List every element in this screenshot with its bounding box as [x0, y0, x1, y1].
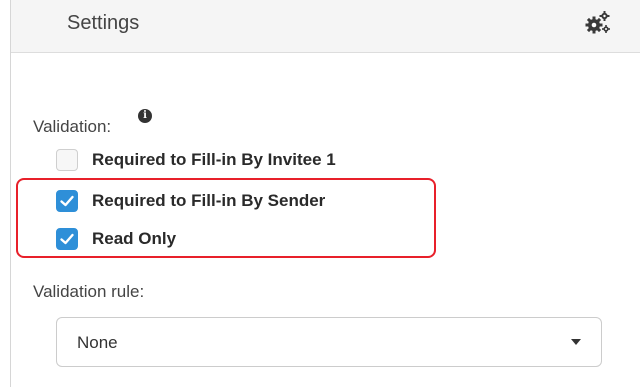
- settings-panel-header: Settings: [11, 0, 640, 53]
- panel-title: Settings: [67, 12, 140, 34]
- gears-icon[interactable]: [585, 10, 611, 36]
- checkbox-unchecked[interactable]: [56, 149, 78, 171]
- validation-rule-label: Validation rule:: [33, 282, 145, 301]
- validation-label: Validation:: [33, 117, 112, 136]
- info-icon[interactable]: i: [138, 109, 152, 123]
- panel-left-border: [10, 0, 11, 387]
- checkbox-required-invitee[interactable]: Required to Fill-in By Invitee 1: [56, 147, 336, 173]
- checkbox-label-invitee: Required to Fill-in By Invitee 1: [92, 150, 336, 169]
- validation-rule-select[interactable]: None: [56, 317, 602, 367]
- caret-down-icon: [571, 339, 581, 345]
- highlight-annotation: [16, 178, 436, 258]
- select-value: None: [77, 333, 118, 352]
